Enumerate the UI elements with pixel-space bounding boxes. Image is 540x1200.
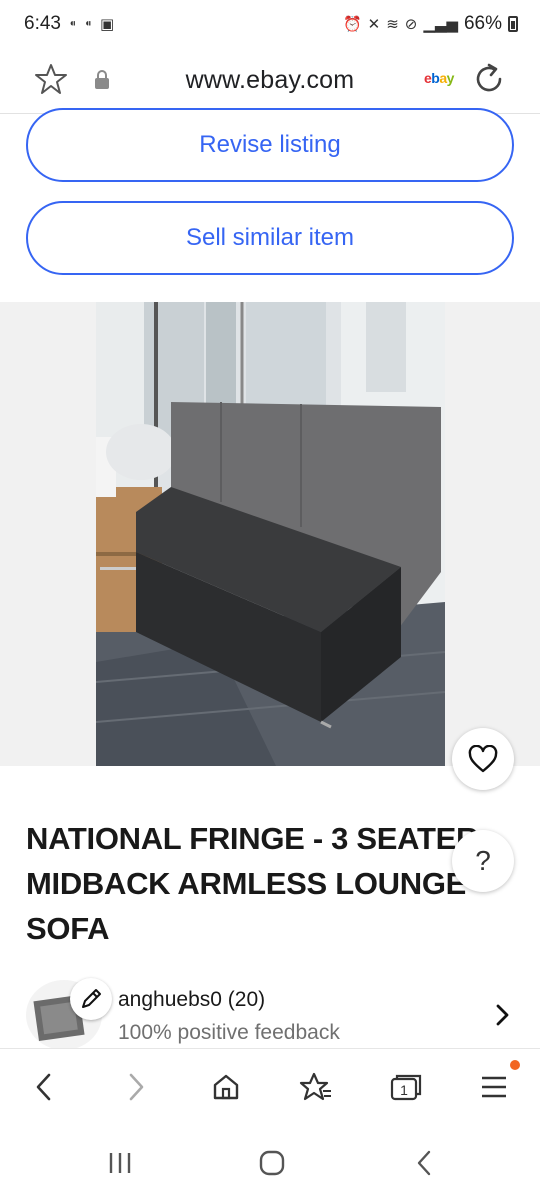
forward-icon (129, 1073, 144, 1101)
bookmarks-button[interactable] (296, 1067, 336, 1107)
recents-button[interactable] (100, 1146, 140, 1180)
notification-icon: ⁌ (84, 15, 92, 33)
seller-row[interactable]: anghuebs0 (20) 100% positive feedback (0, 976, 540, 1050)
signal-icon: ▁▃▅ (423, 15, 458, 33)
notification-dot (510, 1060, 520, 1070)
sell-similar-item-button[interactable]: Sell similar item (26, 201, 514, 275)
image-icon: ▣ (99, 15, 115, 33)
home-button[interactable] (206, 1067, 246, 1107)
tabs-icon: 1 (390, 1074, 422, 1101)
menu-icon (482, 1076, 506, 1098)
menu-button[interactable] (474, 1067, 514, 1107)
home-nav-button[interactable] (252, 1146, 292, 1180)
back-icon (36, 1073, 51, 1101)
help-button[interactable]: ? (452, 830, 514, 892)
status-time: 6:43 (24, 13, 61, 34)
back-button[interactable] (24, 1067, 64, 1107)
reload-icon[interactable] (472, 62, 506, 96)
site-logo: ebay (424, 70, 454, 86)
status-bar: 6:43 ⁌ ⁌ ▣ ⏰ ✕ ≋ ⊘ ▁▃▅ 66% (0, 0, 540, 48)
pencil-icon (82, 989, 101, 1008)
battery-icon (508, 16, 518, 32)
product-image-area[interactable] (0, 302, 540, 766)
edit-avatar-button[interactable] (70, 978, 112, 1020)
item-title: NATIONAL FRINGE - 3 SEATER - MIDBACK ARM… (26, 821, 497, 946)
tabs-button[interactable]: 1 (386, 1067, 426, 1107)
wifi-icon: ≋ (386, 15, 399, 33)
recents-icon (109, 1153, 131, 1173)
favorite-button[interactable] (452, 728, 514, 790)
seller-name[interactable]: anghuebs0 (20) (118, 988, 265, 1012)
mute-icon: ✕ (367, 15, 381, 33)
alarm-icon: ⏰ (342, 15, 362, 33)
revise-listing-button[interactable]: Revise listing (26, 108, 514, 182)
seller-feedback: 100% positive feedback (118, 1021, 340, 1044)
url-text[interactable]: www.ebay.com (0, 66, 540, 95)
notification-icon: ⁌ (68, 15, 77, 33)
home-circle-icon (259, 1150, 285, 1176)
back-chevron-icon (417, 1150, 431, 1176)
dnd-icon: ⊘ (404, 15, 418, 33)
system-back-button[interactable] (404, 1146, 444, 1180)
system-navigation (0, 1124, 540, 1200)
product-photo[interactable] (96, 302, 445, 766)
bookmarks-icon (299, 1072, 331, 1101)
home-icon (213, 1074, 239, 1100)
tab-count: 1 (400, 1082, 408, 1098)
browser-toolbar: 1 (0, 1048, 540, 1124)
url-bar: www.ebay.com ebay (0, 48, 540, 114)
forward-button[interactable] (116, 1067, 156, 1107)
battery-percent: 66% (463, 13, 502, 34)
heart-icon (468, 745, 498, 773)
chevron-right-icon[interactable] (492, 1002, 512, 1028)
